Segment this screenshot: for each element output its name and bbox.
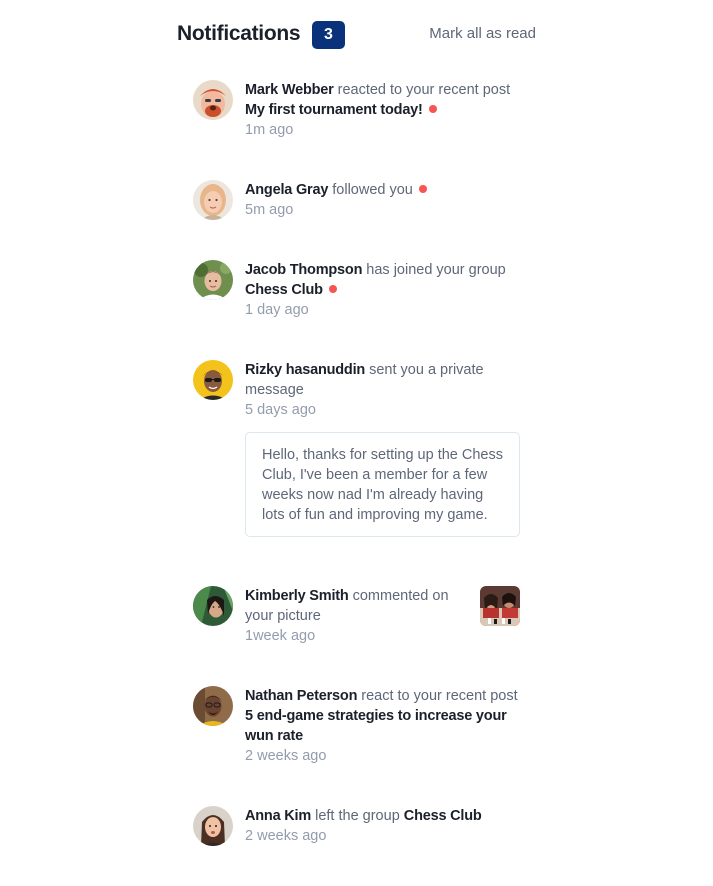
notification-text: Mark Webber reacted to your recent post … <box>245 80 523 140</box>
timestamp: 2 weeks ago <box>245 828 327 844</box>
user-name-link[interactable]: Angela Gray <box>245 182 328 198</box>
notification-text: Anna Kim left the group Chess Club 2 wee… <box>245 806 523 846</box>
avatar[interactable] <box>193 80 233 120</box>
private-message-text: Hello, thanks for setting up the Chess C… <box>262 447 503 523</box>
unread-count-badge: 3 <box>312 21 345 49</box>
avatar-anna-kim-icon <box>193 806 233 846</box>
avatar-jacob-thompson-icon <box>193 260 233 300</box>
user-name-link[interactable]: Mark Webber <box>245 82 334 98</box>
post-title-link[interactable]: 5 end-game strategies to increase your w… <box>245 708 507 744</box>
user-name-link[interactable]: Kimberly Smith <box>245 588 349 604</box>
avatar[interactable] <box>193 806 233 846</box>
timestamp: 1 day ago <box>245 302 309 318</box>
group-name-link[interactable]: Chess Club <box>245 282 323 298</box>
timestamp: 2 weeks ago <box>245 748 327 764</box>
avatar[interactable] <box>193 260 233 300</box>
avatar[interactable] <box>193 686 233 726</box>
user-name-link[interactable]: Nathan Peterson <box>245 688 357 704</box>
notification-text: Angela Gray followed you 5m ago <box>245 180 523 220</box>
user-name-link[interactable]: Jacob Thompson <box>245 262 362 278</box>
avatar-nathan-peterson-icon <box>193 686 233 726</box>
notification-item[interactable]: Rizky hasanuddin sent you a private mess… <box>193 360 523 560</box>
avatar[interactable] <box>193 180 233 220</box>
notification-text: Nathan Peterson react to your recent pos… <box>245 686 523 766</box>
chess-picture-icon <box>480 586 520 626</box>
mark-all-as-read-button[interactable]: Mark all as read <box>429 24 536 44</box>
notification-text: Jacob Thompson has joined your group Che… <box>245 260 523 320</box>
avatar-rizky-hasanuddin-icon <box>193 360 233 400</box>
unread-dot <box>328 285 337 293</box>
commented-picture-thumbnail[interactable] <box>480 586 520 626</box>
private-message-preview[interactable]: Hello, thanks for setting up the Chess C… <box>245 432 520 537</box>
post-title-link[interactable]: My first tournament today! <box>245 102 423 118</box>
notification-action: followed you <box>332 182 413 198</box>
avatar[interactable] <box>193 360 233 400</box>
timestamp: 5 days ago <box>245 402 316 418</box>
timestamp: 5m ago <box>245 202 294 218</box>
avatar-kimberly-smith-icon <box>193 586 233 626</box>
page-title: Notifications <box>177 22 301 45</box>
unread-dot <box>428 105 437 113</box>
group-name-link[interactable]: Chess Club <box>404 808 482 824</box>
notification-action: react to your recent post <box>361 688 518 704</box>
notification-action: left the group <box>315 808 400 824</box>
user-name-link[interactable]: Rizky hasanuddin <box>245 362 365 378</box>
timestamp: 1week ago <box>245 628 316 644</box>
user-name-link[interactable]: Anna Kim <box>245 808 311 824</box>
avatar-mark-webber-icon <box>193 80 233 120</box>
notification-action: reacted to your recent post <box>337 82 511 98</box>
timestamp: 1m ago <box>245 122 294 138</box>
notification-text: Kimberly Smith commented on your picture… <box>245 586 470 646</box>
notification-text: Rizky hasanuddin sent you a private mess… <box>245 360 523 420</box>
unread-dot <box>418 185 427 193</box>
avatar[interactable] <box>193 586 233 626</box>
notifications-header: Notifications 3 Mark all as read <box>177 20 536 52</box>
notification-action: has joined your group <box>366 262 506 278</box>
avatar-angela-gray-icon <box>193 180 233 220</box>
